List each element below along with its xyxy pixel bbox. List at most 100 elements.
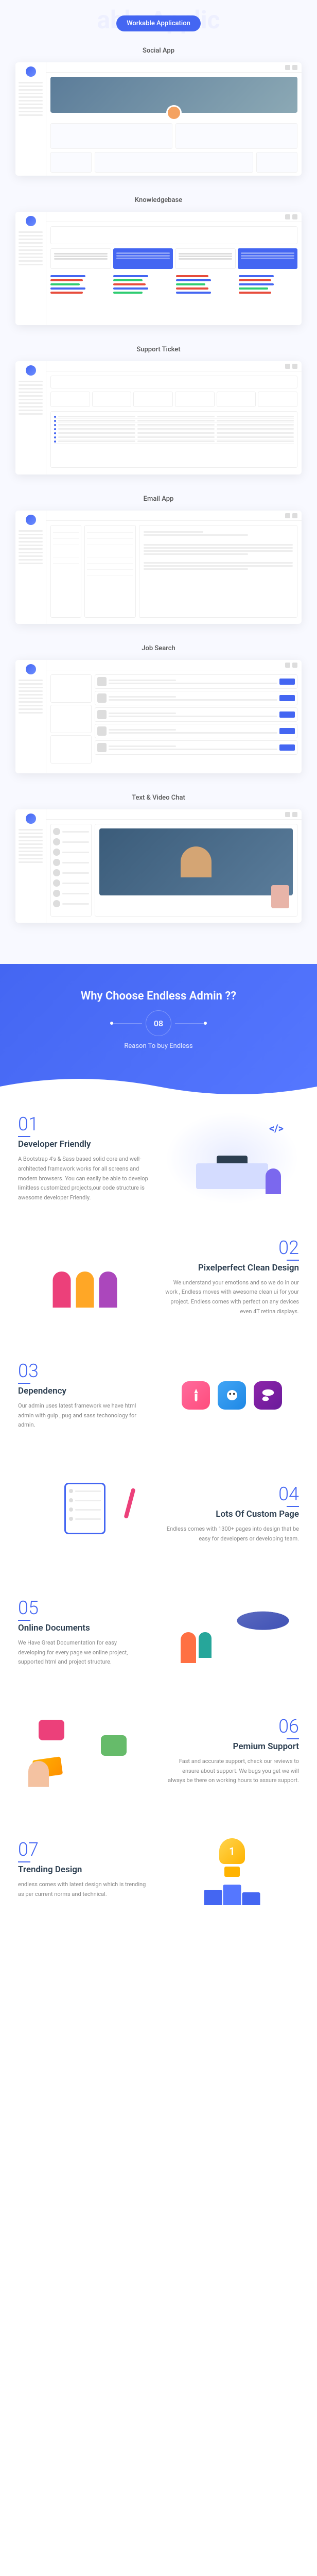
wave-decoration [0,1071,317,1101]
job-card[interactable] [95,740,297,755]
user-icon[interactable] [292,513,297,518]
person-icon [181,1632,196,1663]
email-list [84,525,136,618]
video-person [181,846,212,877]
apply-button[interactable] [279,679,295,685]
feature-02: 02 Pixelperfect Clean Design We understa… [18,1230,299,1323]
contact-item[interactable] [53,857,89,868]
notif-icon[interactable] [285,812,290,817]
category-card[interactable] [113,248,173,269]
feature-title: Dependency [18,1386,152,1396]
feature-03: 03 Dependency Our admin uses latest fram… [18,1349,299,1442]
notif-icon[interactable] [285,214,290,219]
table-row[interactable] [54,423,294,427]
person-icon [99,1272,117,1308]
topbar [46,361,302,371]
self-video[interactable] [271,885,289,908]
folder-item[interactable] [53,558,79,564]
pug-icon [218,1381,246,1410]
folder-item[interactable] [53,552,79,557]
contact-item[interactable] [53,847,89,857]
app-title: Email App [15,495,302,503]
article-list [239,273,297,296]
search-bar[interactable] [50,226,297,244]
contact-item[interactable] [53,837,89,847]
why-subtitle: Reason To buy Endless [10,1042,307,1050]
table-row[interactable] [54,439,294,444]
user-icon[interactable] [292,812,297,817]
category-card[interactable] [50,248,111,269]
table-row[interactable] [54,431,294,435]
user-icon[interactable] [292,364,297,369]
chat-bubble-icon [101,1735,127,1756]
email-item[interactable] [87,552,133,557]
notif-icon[interactable] [285,364,290,369]
gulp-icon [182,1381,210,1410]
contact-item[interactable] [53,826,89,837]
notif-icon[interactable] [285,65,290,70]
desk-icon [196,1163,268,1189]
article-list [50,273,109,296]
apply-button[interactable] [279,695,295,701]
feature-number: 02 [165,1237,300,1259]
logo-icon [26,814,36,824]
mockup-kb [15,212,302,325]
apply-button[interactable] [279,744,295,751]
email-item[interactable] [87,565,133,570]
filter-card[interactable] [50,735,92,764]
avatar[interactable] [166,105,182,121]
feature-06: 06 Pemium Support Fast and accurate supp… [18,1704,299,1797]
feature-05: 05 Online Documents We Have Great Docume… [18,1586,299,1679]
table-row[interactable] [54,427,294,431]
email-item[interactable] [87,558,133,564]
person-icon [266,1168,281,1194]
feature-title: Lots Of Custom Page [165,1509,300,1519]
folder-item[interactable] [53,534,79,539]
feature-title: Online Documents [18,1623,152,1633]
feature-number: 05 [18,1597,152,1619]
feature-title: Developer Friendly [18,1139,152,1149]
user-icon[interactable] [292,65,297,70]
contact-item[interactable] [53,878,89,888]
filter-card[interactable] [50,705,92,733]
contact-item[interactable] [53,888,89,899]
contact-item[interactable] [53,868,89,878]
job-card[interactable] [95,724,297,738]
user-icon[interactable] [292,214,297,219]
topbar [46,62,302,73]
apply-button[interactable] [279,728,295,734]
table-row[interactable] [54,415,294,419]
person-icon [76,1272,94,1308]
email-item[interactable] [87,540,133,545]
job-card[interactable] [95,674,297,689]
email-item[interactable] [87,534,133,539]
contact-item[interactable] [53,899,89,909]
main-video[interactable] [99,828,293,895]
user-icon[interactable] [292,663,297,668]
email-item[interactable] [87,571,133,576]
table-row[interactable] [54,435,294,439]
folder-item[interactable] [53,528,79,533]
article-list [176,273,235,296]
apply-button[interactable] [279,711,295,718]
email-item[interactable] [87,528,133,533]
filter-card[interactable] [50,674,92,703]
email-item[interactable] [87,546,133,551]
folder-item[interactable] [53,546,79,551]
app-title: Text & Video Chat [15,794,302,802]
topbar [46,511,302,521]
feature-title: Pemium Support [165,1741,300,1752]
notif-icon[interactable] [285,513,290,518]
job-card[interactable] [95,707,297,722]
category-card[interactable] [238,248,297,269]
feature-description: Endless comes with 1300+ pages into desi… [165,1524,300,1544]
hand-icon [28,1761,49,1787]
notif-icon[interactable] [285,663,290,668]
table-row[interactable] [54,419,294,423]
why-section: Why Choose Endless Admin ?? 08 Reason To… [0,964,317,1101]
job-card[interactable] [95,691,297,705]
category-card[interactable] [175,248,236,269]
folder-list [50,525,81,618]
folder-item[interactable] [53,540,79,545]
feature-illustration [18,1704,152,1797]
